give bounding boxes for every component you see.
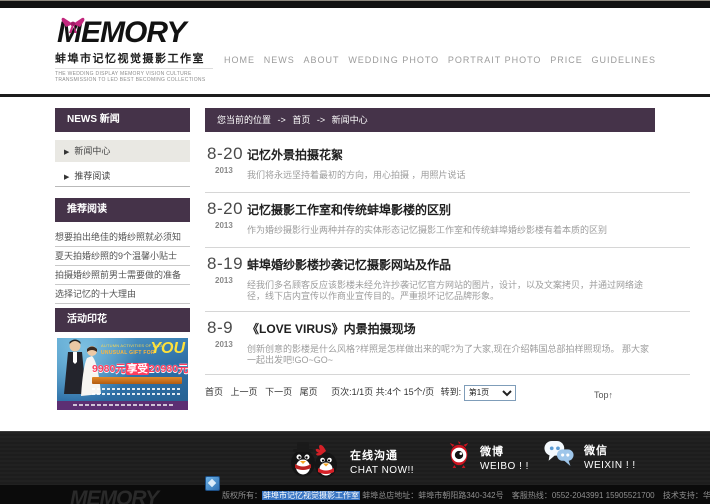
pagination-first[interactable]: 首页 (205, 387, 223, 397)
hotline-text: 客服热线：0552-2043991 15905521700 (512, 491, 655, 500)
support-text: 技术支持：华迅网络 (663, 491, 710, 500)
sidebar-activity-section-title: 活动印花 (55, 308, 190, 332)
banner-line2: UNUSUAL GIFT FOR (101, 350, 155, 356)
news-year: 2013 (215, 340, 233, 349)
sidebar-news-section-title: NEWS 新闻 (55, 108, 190, 132)
social-qq-link[interactable]: 在线沟通 CHAT NOW!! (287, 440, 414, 483)
sidebar-item-label: 推荐阅读 (74, 171, 110, 181)
news-title-link[interactable]: 《LOVE VIRUS》内景拍摄现场 (247, 316, 690, 337)
pagination-prev[interactable]: 上一页 (231, 387, 258, 397)
news-date: 8-20 (207, 144, 243, 164)
nav-item-about[interactable]: ABOUT (304, 55, 340, 65)
social-text: 微博 WEIBO ! ! (480, 443, 529, 472)
social-wechat-link[interactable]: 微信 WEIXIN ! ! (543, 440, 636, 472)
news-date: 8-9 (207, 318, 233, 338)
nav-item-news[interactable]: NEWS (264, 55, 295, 65)
main-nav: HOME NEWS ABOUT WEDDING PHOTO PORTRAIT P… (224, 55, 656, 65)
pagination: 首页 上一页 下一页 尾页 页次:1/1页 共:4个 15个/页 转到: 第1页 (205, 383, 516, 401)
pagination-info: 页次:1/1页 共:4个 15个/页 (331, 387, 434, 397)
logo-tagline: THE WEDDING DISPLAY MEMORY VISION CULTUR… (55, 68, 213, 83)
header: MEMORY 蚌埠市记忆视觉摄影工作室 THE WEDDING DISPLAY … (0, 8, 710, 97)
sidebar-recommend-section-title: 推荐阅读 (55, 198, 190, 222)
qq-penguins-icon (287, 440, 341, 483)
nav-item-guidelines[interactable]: GUIDELINES (591, 55, 656, 65)
social-weibo-link[interactable]: 微博 WEIBO ! ! (447, 440, 529, 475)
banner-bottom-strip (57, 401, 188, 410)
nav-item-price[interactable]: PRICE (550, 55, 583, 65)
news-year: 2013 (215, 276, 233, 285)
news-title-link[interactable]: 蚌埠婚纱影楼抄袭记忆摄影网站及作品 (247, 252, 690, 273)
social-subtitle: WEIXIN ! ! (584, 460, 636, 471)
news-year: 2013 (215, 221, 233, 230)
social-subtitle: WEIBO ! ! (480, 461, 529, 472)
social-text: 微信 WEIXIN ! ! (584, 442, 636, 471)
news-title-link[interactable]: 记忆外景拍摄花絮 (247, 142, 690, 163)
news-desc: 作为婚纱摄影行业两种并存的实体形态记忆摄影工作室和传统蚌埠婚纱影楼有着本质的区别 (247, 225, 655, 236)
logo[interactable]: MEMORY 蚌埠市记忆视觉摄影工作室 THE WEDDING DISPLAY … (55, 16, 215, 83)
social-title: 微博 (480, 443, 529, 459)
logo-subtitle: 蚌埠市记忆视觉摄影工作室 (55, 50, 215, 66)
weibo-icon (447, 440, 471, 475)
news-item: 8-9 2013 《LOVE VIRUS》内景拍摄现场 创新创意的影楼是什么风格… (205, 316, 690, 375)
banner-you-text: YOU (150, 340, 185, 358)
sidebar-item-label: 新闻中心 (74, 146, 110, 156)
news-item: 8-20 2013 记忆摄影工作室和传统蚌埠影楼的区别 作为婚纱摄影行业两种并存… (205, 197, 690, 248)
breadcrumb-prefix: 您当前的位置 (217, 115, 271, 125)
breadcrumb-arrow: -> (317, 115, 325, 125)
page: MEMORY 蚌埠市记忆视觉摄影工作室 THE WEDDING DISPLAY … (0, 0, 710, 504)
news-desc: 我们将永远坚持着最初的方向，用心拍摄 ，用照片说话 (247, 170, 655, 181)
bottom-bar: MEMORY 版权所有：蚌埠市记忆视觉摄影工作室 蚌埠总店地址：蚌埠市朝阳路34… (0, 485, 710, 504)
social-subtitle: CHAT NOW!! (350, 465, 414, 476)
breadcrumb-current-link[interactable]: 新闻中心 (332, 115, 368, 125)
recommend-link[interactable]: 选择记忆的十大理由 (55, 285, 190, 304)
banner-subtext-strip (92, 377, 182, 384)
pagination-last[interactable]: 尾页 (300, 387, 318, 397)
address-text: 蚌埠总店地址：蚌埠市朝阳路340-342号 (362, 491, 503, 500)
mini-badge-icon (205, 476, 220, 491)
social-title: 在线沟通 (350, 447, 414, 463)
copyright-label: 版权所有： (222, 491, 262, 500)
breadcrumb-home-link[interactable]: 首页 (292, 115, 310, 125)
news-item: 8-20 2013 记忆外景拍摄花絮 我们将永远坚持着最初的方向，用心拍摄 ，用… (205, 142, 690, 193)
nav-item-home[interactable]: HOME (224, 55, 255, 65)
promo-banner[interactable]: AUTUMN ACTIVITIES OF 2013 UNUSUAL GIFT F… (57, 338, 188, 410)
caret-right-icon: ▶ (64, 174, 69, 181)
breadcrumb-arrow: -> (278, 115, 286, 125)
pagination-goto-label: 转到: (441, 387, 462, 397)
pagination-next[interactable]: 下一页 (265, 387, 292, 397)
news-title-link[interactable]: 记忆摄影工作室和传统蚌埠影楼的区别 (247, 197, 690, 218)
banner-price: 9980元享受20980元 (92, 361, 188, 376)
caret-right-icon: ▶ (64, 149, 69, 156)
footer: 在线沟通 CHAT NOW!! 微博 WEIBO ! ! (0, 431, 710, 486)
recommend-link[interactable]: 夏天拍婚纱照的9个温馨小贴士 (55, 247, 190, 266)
sidebar-item-recommend[interactable]: ▶ 推荐阅读 (55, 165, 190, 187)
news-year: 2013 (215, 166, 233, 175)
banner-fineprint-row (92, 393, 182, 395)
news-desc: 创新创意的影楼是什么风格?样照是怎样做出来的呢?为了大家,现在介绍韩国总部拍样照… (247, 344, 655, 366)
social-text: 在线沟通 CHAT NOW!! (350, 447, 414, 476)
news-date: 8-20 (207, 199, 243, 219)
nav-item-portrait-photo[interactable]: PORTRAIT PHOTO (448, 55, 542, 65)
copyright-line: 版权所有：蚌埠市记忆视觉摄影工作室 蚌埠总店地址：蚌埠市朝阳路340-342号 … (222, 490, 710, 501)
back-to-top-link[interactable]: Top↑ (594, 390, 613, 400)
recommend-link[interactable]: 想要拍出绝佳的婚纱照就必须知 (55, 228, 190, 247)
social-title: 微信 (584, 442, 636, 458)
breadcrumb: 您当前的位置 -> 首页 -> 新闻中心 (205, 108, 655, 132)
banner-fineprint-row (92, 388, 182, 390)
news-date: 8-19 (207, 254, 243, 274)
news-desc: 经我们多名顾客反应该影楼未经允许抄袭记忆官方网站的图片，设计，以及文案拷贝，并通… (247, 280, 655, 302)
page-select[interactable]: 第1页 (464, 385, 516, 401)
news-item: 8-19 2013 蚌埠婚纱影楼抄袭记忆摄影网站及作品 经我们多名顾客反应该影楼… (205, 252, 690, 312)
nav-item-wedding-photo[interactable]: WEDDING PHOTO (348, 55, 439, 65)
sidebar-item-news-center[interactable]: ▶ 新闻中心 (55, 140, 190, 162)
studio-link[interactable]: 蚌埠市记忆视觉摄影工作室 (262, 491, 360, 500)
recommend-link[interactable]: 拍摄婚纱照前男士需要做的准备 (55, 266, 190, 285)
watermark-logo: MEMORY (70, 487, 158, 504)
wechat-icon (543, 440, 575, 472)
pink-bow-icon (61, 16, 85, 39)
